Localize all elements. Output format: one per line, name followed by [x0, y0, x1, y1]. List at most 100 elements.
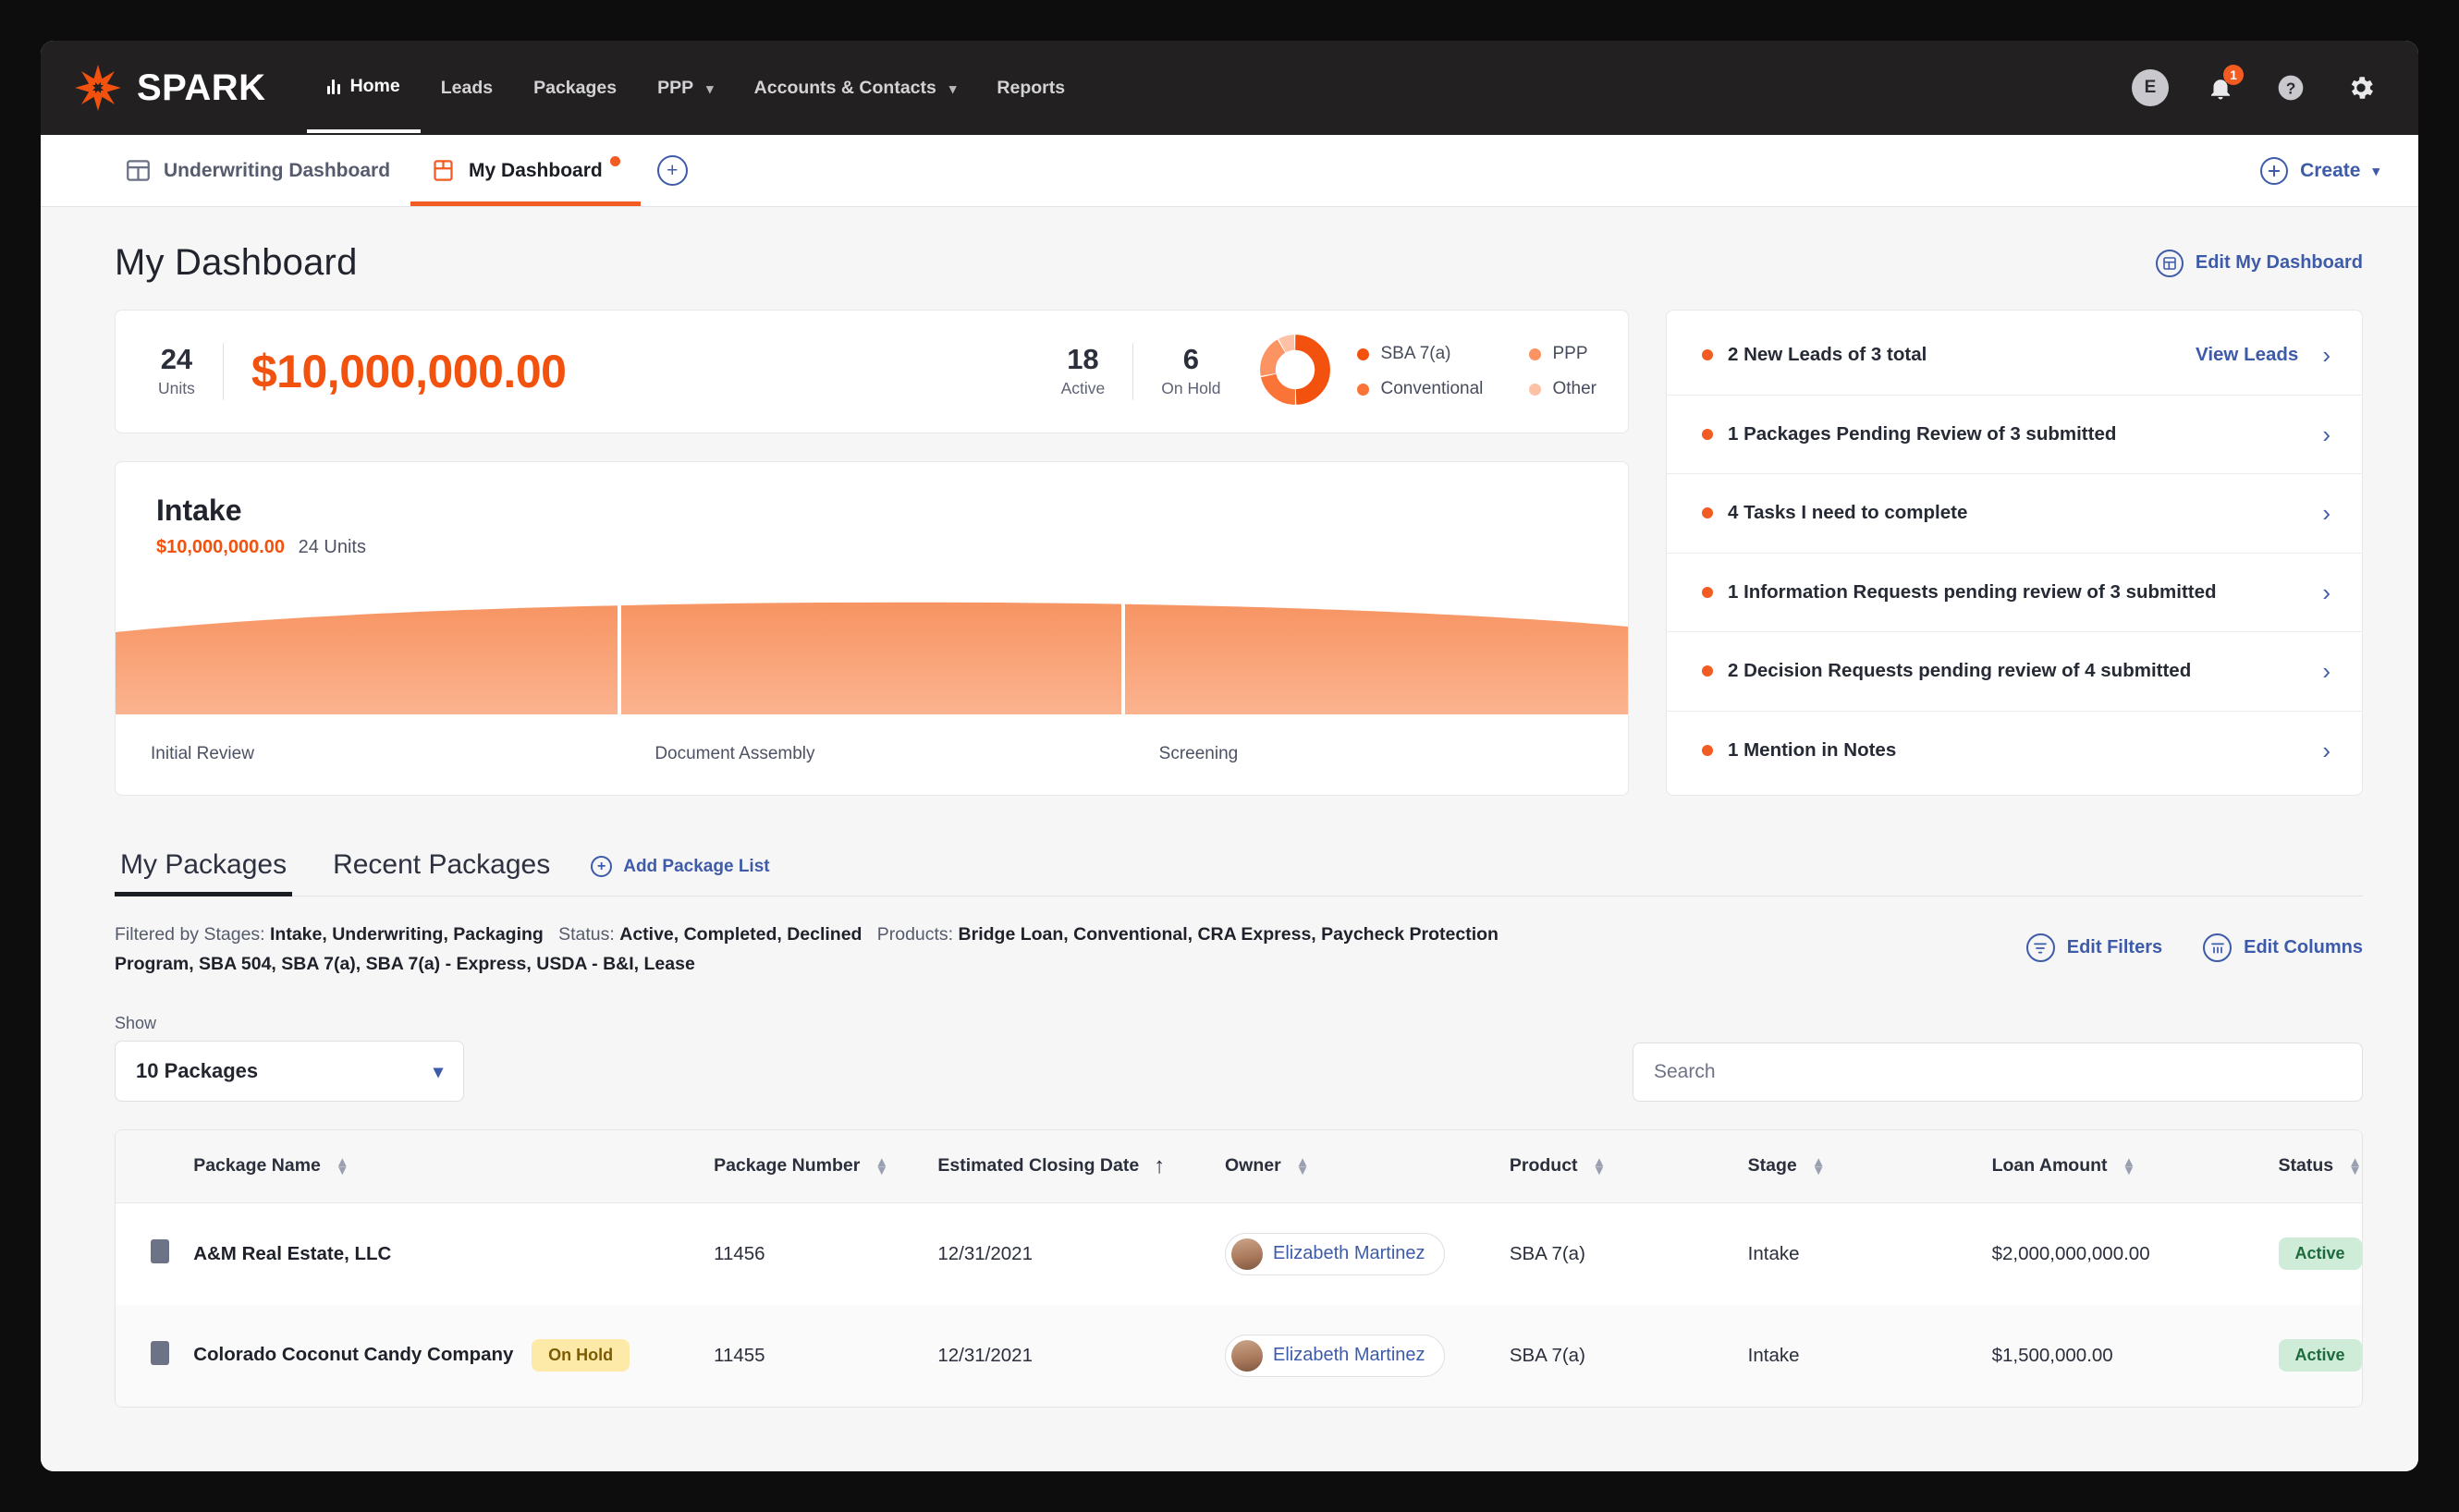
cell-owner-name: Elizabeth Martinez: [1272, 1345, 1425, 1366]
dashboard-left-column: 24 Units $10,000,000.00 18 Active 6 On H…: [115, 310, 1629, 796]
tab-label: Underwriting Dashboard: [164, 159, 391, 181]
spark-starburst-icon: [74, 64, 122, 112]
nav-item-accounts-contacts[interactable]: Accounts & Contacts ▾: [734, 44, 977, 131]
sort-toggle-icon[interactable]: ▲ ▼: [2123, 1155, 2136, 1177]
column-package-name[interactable]: Package Name ▲ ▼: [193, 1130, 715, 1203]
create-button[interactable]: Create ▾: [2260, 156, 2379, 185]
add-package-list-label: Add Package List: [623, 856, 770, 876]
notification-count-badge: 1: [2223, 65, 2244, 85]
on-hold-badge: On Hold: [532, 1339, 630, 1372]
packages-tab-bar: My Packages Recent Packages + Add Packag…: [115, 849, 2363, 896]
filters-actions: Edit Filters Edit Columns: [2025, 921, 2363, 962]
sort-toggle-icon[interactable]: ▲ ▼: [875, 1155, 888, 1177]
active-filters-summary: Filtered by Stages: Intake, Underwriting…: [115, 921, 1566, 979]
notification-row-mentions[interactable]: 1 Mention in Notes ›: [1667, 712, 2362, 790]
add-package-list-button[interactable]: + Add Package List: [591, 856, 770, 896]
legend-swatch: [1529, 348, 1542, 360]
owner-chip[interactable]: Elizabeth Martinez: [1224, 1232, 1445, 1275]
edit-filters-button[interactable]: Edit Filters: [2025, 933, 2162, 962]
column-product[interactable]: Product ▲ ▼: [1509, 1130, 1748, 1203]
intake-title: Intake: [156, 494, 242, 527]
on-hold-stat: 6 On Hold: [1161, 345, 1220, 398]
notification-row-tasks[interactable]: 4 Tasks I need to complete ›: [1667, 474, 2362, 554]
brand-logo[interactable]: SPARK: [74, 64, 266, 112]
sort-ascending-icon[interactable]: ↑: [1154, 1154, 1165, 1177]
sort-toggle-icon[interactable]: ▲ ▼: [2348, 1155, 2362, 1177]
chevron-right-icon: ›: [2322, 420, 2331, 448]
sort-toggle-icon[interactable]: ▲ ▼: [1593, 1155, 1607, 1177]
tab-my-dashboard[interactable]: My Dashboard: [410, 135, 641, 206]
user-avatar-icon[interactable]: E: [2132, 69, 2169, 106]
portfolio-summary-card: 24 Units $10,000,000.00 18 Active 6 On H…: [115, 310, 1629, 433]
filters-stages-label: Filtered by Stages:: [115, 924, 265, 945]
sort-toggle-icon[interactable]: ▲ ▼: [336, 1155, 349, 1177]
nav-item-leads[interactable]: Leads: [421, 44, 513, 131]
intake-funnel-card: Intake $10,000,000.00 24 Units Initial R…: [115, 461, 1629, 796]
notifications-button[interactable]: 1: [2202, 65, 2244, 106]
columns-icon: [2203, 933, 2233, 962]
product-mix-donut-chart: [1259, 334, 1331, 410]
view-leads-link[interactable]: View Leads: [2196, 344, 2298, 366]
nav-item-ppp[interactable]: PPP ▾: [637, 44, 734, 131]
settings-button[interactable]: [2343, 69, 2379, 106]
column-status[interactable]: Status ▲ ▼: [2278, 1130, 2362, 1203]
column-estimated-closing-date[interactable]: Estimated Closing Date ↑: [937, 1130, 1225, 1203]
legend-item-ppp: PPP: [1529, 344, 1597, 364]
edit-my-dashboard-button[interactable]: Edit My Dashboard: [2155, 249, 2363, 277]
nav-label: Reports: [997, 78, 1066, 98]
help-icon: ?: [2278, 75, 2304, 101]
legend-swatch: [1529, 383, 1542, 396]
tab-underwriting-dashboard[interactable]: Underwriting Dashboard: [105, 135, 410, 206]
column-package-number[interactable]: Package Number ▲ ▼: [714, 1130, 938, 1203]
dashboard-edit-icon: [2155, 249, 2184, 277]
cell-stage: Intake: [1747, 1344, 1800, 1366]
chevron-right-icon: ›: [2322, 736, 2331, 764]
column-loan-amount[interactable]: Loan Amount ▲ ▼: [1991, 1130, 2279, 1203]
column-label: Estimated Closing Date: [937, 1155, 1140, 1177]
help-button[interactable]: ?: [2272, 69, 2309, 106]
nav-item-packages[interactable]: Packages: [513, 44, 637, 131]
table-row[interactable]: A&M Real Estate, LLC 11456 12/31/2021 El…: [116, 1202, 2362, 1305]
tab-my-packages[interactable]: My Packages: [115, 849, 293, 896]
nav-right-actions: E 1 ?: [2132, 65, 2379, 106]
page-title: My Dashboard: [115, 242, 358, 283]
search-box[interactable]: [1633, 1043, 2363, 1103]
cell-closing-date: 12/31/2021: [937, 1242, 1033, 1264]
add-dashboard-button[interactable]: +: [656, 155, 688, 186]
page-header: My Dashboard Edit My Dashboard: [41, 207, 2418, 295]
notification-row-new-leads[interactable]: 2 New Leads of 3 total View Leads ›: [1667, 316, 2362, 396]
column-owner[interactable]: Owner ▲ ▼: [1224, 1130, 1510, 1203]
column-stage[interactable]: Stage ▲ ▼: [1747, 1130, 1992, 1203]
show-packages-select[interactable]: 10 Packages ▾: [115, 1041, 464, 1103]
notification-row-packages-pending[interactable]: 1 Packages Pending Review of 3 submitted…: [1667, 396, 2362, 474]
search-input[interactable]: [1654, 1061, 2342, 1084]
status-dot-icon: [1702, 349, 1713, 361]
status-badge: Active: [2278, 1339, 2362, 1372]
active-stat: 18 Active: [1061, 345, 1106, 398]
nav-item-home[interactable]: Home: [306, 43, 421, 133]
sort-toggle-icon[interactable]: ▲ ▼: [1296, 1155, 1310, 1177]
filter-icon: [2025, 933, 2055, 962]
grid-dashboard-icon: [127, 160, 150, 181]
show-packages-value: 10 Packages: [136, 1059, 259, 1083]
row-marker: [116, 1202, 193, 1305]
owner-chip[interactable]: Elizabeth Martinez: [1224, 1334, 1445, 1377]
summary-right-group: 18 Active 6 On Hold SBA 7(a) PPP Convent…: [1061, 334, 1597, 410]
cell-package-name[interactable]: A&M Real Estate, LLC: [193, 1243, 391, 1264]
sort-toggle-icon[interactable]: ▲ ▼: [1812, 1155, 1826, 1177]
divider: [222, 343, 224, 400]
tab-recent-packages[interactable]: Recent Packages: [327, 849, 556, 896]
cell-stage: Intake: [1747, 1242, 1800, 1264]
column-label: Owner: [1224, 1155, 1281, 1177]
filters-status-label: Status:: [558, 924, 615, 945]
cell-package-name[interactable]: Colorado Coconut Candy Company: [193, 1344, 513, 1365]
notification-row-decision-requests[interactable]: 2 Decision Requests pending review of 4 …: [1667, 632, 2362, 712]
edit-columns-button[interactable]: Edit Columns: [2203, 933, 2363, 962]
show-control: Show 10 Packages ▾: [115, 1014, 464, 1103]
status-dot-icon: [1702, 586, 1713, 598]
table-row[interactable]: Colorado Coconut Candy Company On Hold 1…: [116, 1304, 2362, 1407]
plus-circle-icon: [2260, 156, 2289, 185]
on-hold-value: 6: [1182, 343, 1199, 376]
notification-row-information-requests[interactable]: 1 Information Requests pending review of…: [1667, 554, 2362, 632]
nav-item-reports[interactable]: Reports: [976, 44, 1085, 131]
